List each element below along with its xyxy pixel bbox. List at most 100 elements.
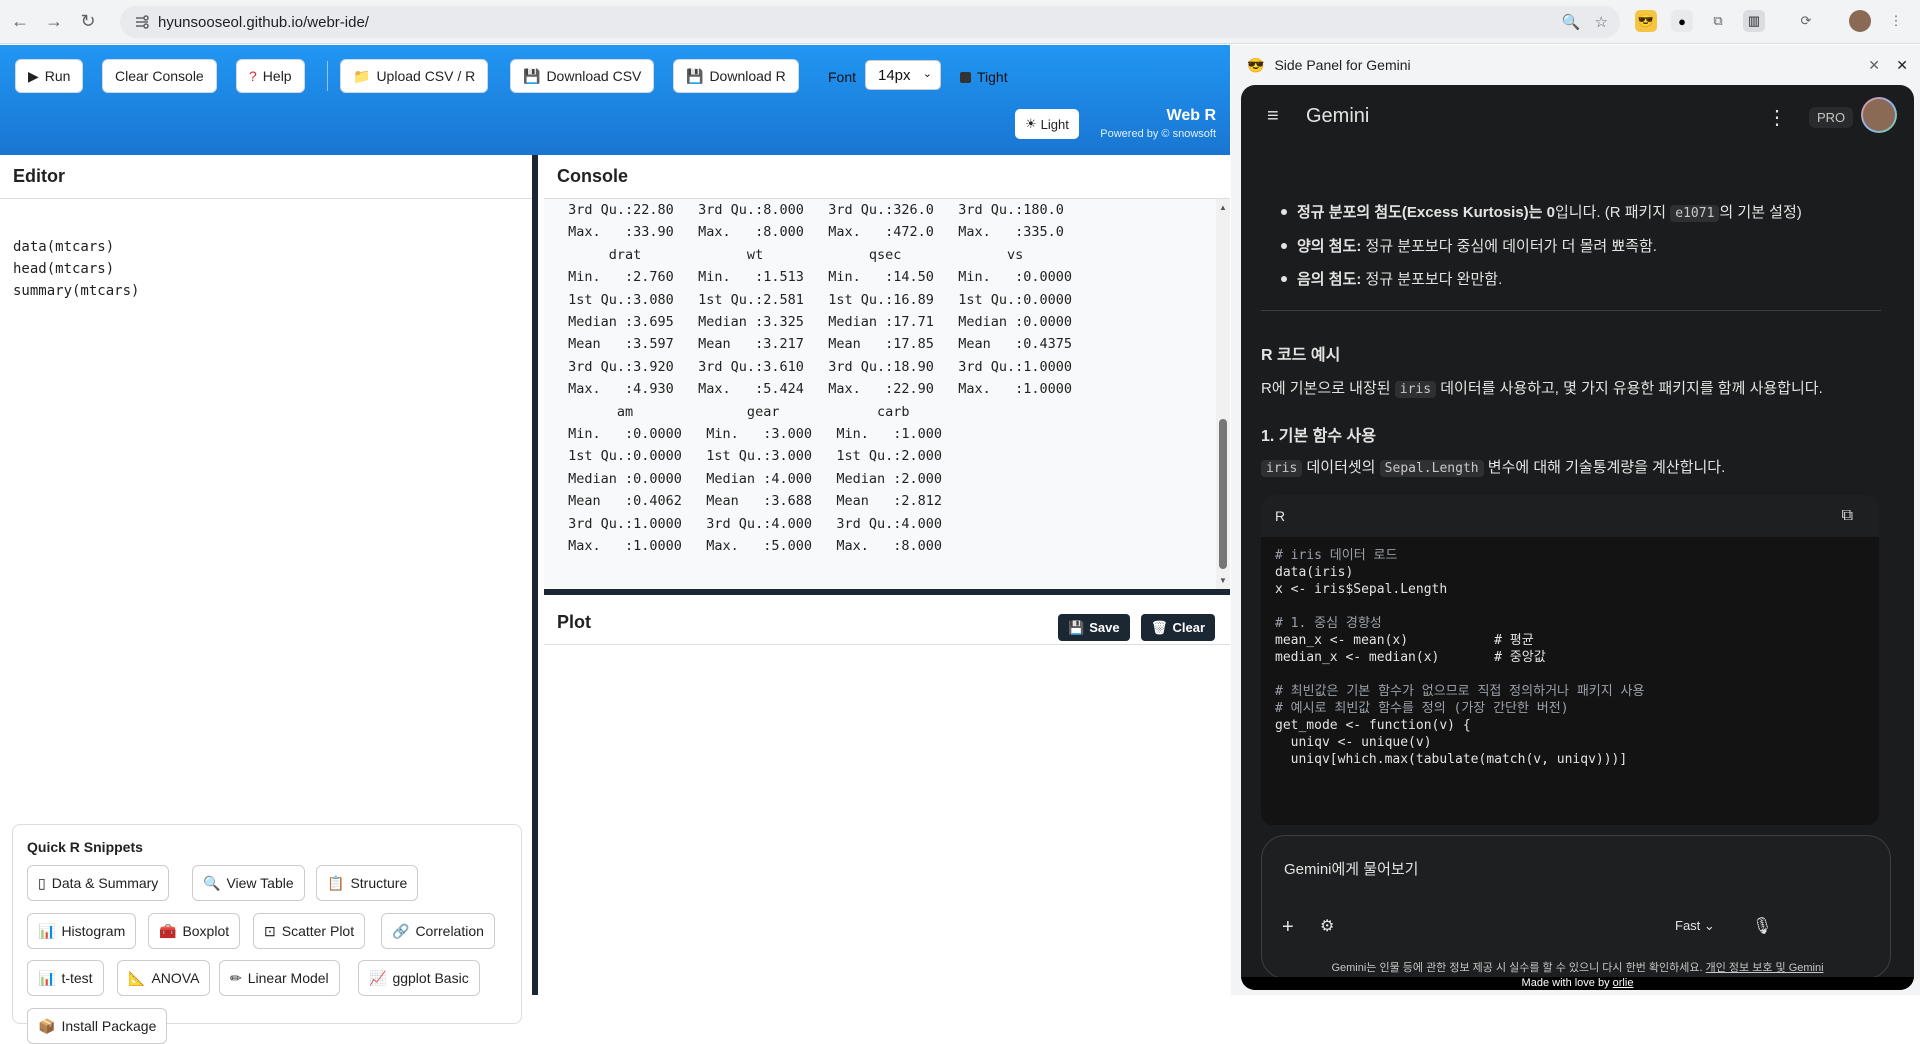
- console-output[interactable]: 3rd Qu.:22.80 3rd Qu.:8.000 3rd Qu.:326.…: [544, 199, 1216, 589]
- console-line: 3rd Qu.:22.80 3rd Qu.:8.000 3rd Qu.:326.…: [560, 202, 1081, 218]
- clear-console-button[interactable]: Clear Console: [102, 59, 217, 93]
- console-line: Mean :3.597 Mean :3.217 Mean :17.85 Mean…: [560, 336, 1089, 353]
- code-line: mean_x <- mean(x) # 평균: [1275, 633, 1534, 648]
- font-size-value: 14px: [878, 66, 911, 84]
- menu-dots-icon[interactable]: ⋮: [1885, 10, 1907, 32]
- snippet-label: ggplot Basic: [392, 970, 469, 986]
- light-theme-button[interactable]: ☀ Light: [1015, 109, 1079, 139]
- console-line: 1st Qu.:0.0000 1st Qu.:3.000 1st Qu.:2.0…: [560, 448, 959, 465]
- close-icon[interactable]: ✕: [1896, 57, 1908, 74]
- snippet-structure[interactable]: 📋 Structure: [316, 865, 419, 901]
- snippet-histogram[interactable]: 📊 Histogram: [27, 913, 137, 949]
- snippet-anova[interactable]: 📐 ANOVA: [117, 960, 211, 996]
- microphone-icon[interactable]: 🎙: [1752, 916, 1772, 936]
- snippet-boxplot[interactable]: 🧰 Boxplot: [148, 913, 241, 949]
- trash-icon: 🗑: [1151, 619, 1168, 635]
- site-info-icon[interactable]: [134, 14, 150, 30]
- font-size-select[interactable]: 14px ⌄: [865, 60, 941, 90]
- snippet-label: Install Package: [61, 1018, 157, 1034]
- code-line: # 1. 중심 경향성: [1275, 616, 1382, 631]
- ruler-icon: 📐: [128, 969, 146, 986]
- tools-icon[interactable]: ⚙: [1320, 916, 1334, 936]
- forward-icon[interactable]: →: [40, 8, 68, 36]
- browser-toolbar: ← → ↻ hyunsooseol.github.io/webr-ide/ 🔍 …: [0, 0, 1920, 44]
- save-plot-button[interactable]: 💾 Save: [1058, 614, 1130, 641]
- zoom-icon[interactable]: 🔍: [1562, 13, 1581, 31]
- sun-icon: ☀: [1025, 116, 1037, 131]
- avatar[interactable]: [1861, 97, 1897, 133]
- prompt-input[interactable]: Gemini에게 물어보기: [1284, 858, 1418, 879]
- code-editor[interactable]: data(mtcars) head(mtcars) summary(mtcars…: [0, 199, 532, 339]
- back-icon[interactable]: ←: [6, 8, 34, 36]
- copy-icon[interactable]: ⧉: [1842, 507, 1853, 525]
- console-scrollbar[interactable]: ▲ ▼: [1216, 199, 1230, 589]
- bookmark-star-icon[interactable]: ☆: [1595, 13, 1608, 31]
- made-with-bar: Made with love by orlie: [1241, 977, 1914, 990]
- snippet-ggplot-basic[interactable]: 📈 ggplot Basic: [358, 960, 480, 996]
- prompt-box: Gemini에게 물어보기 + ⚙ Fast ⌄ 🎙: [1261, 835, 1891, 979]
- upload-button[interactable]: 📁 Upload CSV / R: [340, 59, 489, 93]
- font-label: Font: [828, 69, 857, 85]
- disclaimer-text: Gemini는 인물 등에 관한 정보 제공 시 실수를 할 수 있으니 다시 …: [1331, 962, 1703, 974]
- floppy-icon: 💾: [686, 67, 704, 84]
- download-csv-button[interactable]: 💾 Download CSV: [510, 59, 655, 93]
- chrome-extension-icon[interactable]: ●: [1671, 10, 1693, 32]
- snippet-install-package[interactable]: 📦 Install Package: [27, 1008, 168, 1044]
- snippet-correlation[interactable]: 🔗 Correlation: [381, 913, 495, 949]
- privacy-link[interactable]: 개인 정보 보호 및 Gemini: [1706, 962, 1824, 974]
- snippet-view-table[interactable]: 🔍 View Table: [192, 865, 305, 901]
- download-csv-label: Download CSV: [546, 68, 642, 84]
- code-line: uniqv[which.max(tabulate(match(v, uniqv)…: [1275, 752, 1628, 767]
- snippet-linear-model[interactable]: ✏ Linear Model: [219, 960, 340, 996]
- snippet-scatter-plot[interactable]: ⊡ Scatter Plot: [253, 913, 366, 949]
- plus-icon[interactable]: +: [1282, 916, 1294, 939]
- inline-code: e1071: [1670, 205, 1720, 222]
- download-r-label: Download R: [709, 68, 786, 84]
- chevron-down-icon: ⌄: [922, 68, 932, 80]
- scatter-icon: ⊡: [264, 922, 276, 939]
- console-line: 3rd Qu.:1.0000 3rd Qu.:4.000 3rd Qu.:4.0…: [560, 515, 959, 532]
- extension-icon[interactable]: 😎: [1635, 10, 1657, 32]
- code-line: # 예시로 최빈값 함수를 정의 (가장 간단한 버전): [1275, 701, 1569, 716]
- bullet-text: 정규 분포보다 중심에 데이터가 더 몰려 뾰족함.: [1361, 238, 1657, 255]
- toolbar-divider: [327, 61, 328, 91]
- snippet-label: Linear Model: [247, 970, 329, 986]
- address-bar[interactable]: hyunsooseol.github.io/webr-ide/ 🔍 ☆: [120, 6, 1620, 38]
- snippet-data-summary[interactable]: ▯ Data & Summary: [27, 865, 170, 901]
- bar-chart-icon: 📊: [38, 922, 56, 939]
- run-button[interactable]: ▶ Run: [15, 59, 84, 93]
- profile-avatar[interactable]: [1849, 10, 1871, 32]
- help-button[interactable]: ? Help: [236, 59, 305, 93]
- code-line: head(mtcars): [13, 261, 115, 277]
- code-line: get_mode <- function(v) {: [1275, 718, 1471, 733]
- side-panel-title: Side Panel for Gemini: [1274, 57, 1411, 73]
- reload-icon[interactable]: ↻: [74, 8, 102, 36]
- paragraph: iris 데이터셋의 Sepal.Length 변수에 대해 기술통계량을 계산…: [1261, 456, 1725, 477]
- scrollbar-thumb[interactable]: [1219, 419, 1227, 569]
- plot-panel: Plot 💾 Save 🗑 Clear: [544, 601, 1230, 995]
- clear-plot-button[interactable]: 🗑 Clear: [1141, 614, 1216, 641]
- bullet-bold: 양의 첨도:: [1297, 238, 1362, 255]
- magnifier-icon: 🔍: [203, 874, 221, 891]
- tight-toggle[interactable]: Tight: [960, 69, 1008, 85]
- code-line: summary(mtcars): [13, 283, 140, 299]
- author-link[interactable]: orlie: [1613, 977, 1634, 989]
- clipboard-icon: 📋: [327, 874, 345, 891]
- paragraph: R에 기본으로 내장된 iris 데이터를 사용하고, 몇 가지 유용한 패키지…: [1261, 377, 1823, 398]
- account-sync-icon[interactable]: ⟳: [1795, 10, 1817, 32]
- mode-selector[interactable]: Fast ⌄: [1675, 918, 1715, 934]
- scroll-down-icon[interactable]: ▼: [1219, 576, 1227, 585]
- snippet-t-test[interactable]: 📊 t-test: [27, 960, 104, 996]
- download-r-button[interactable]: 💾 Download R: [673, 59, 799, 93]
- play-icon: ▶: [28, 67, 39, 84]
- puzzle-icon[interactable]: ⧉: [1707, 10, 1729, 32]
- more-options-icon[interactable]: ⋮: [1767, 105, 1787, 130]
- brand-subtitle: Powered by © snowsoft: [1100, 128, 1216, 140]
- snippet-label: Structure: [350, 875, 408, 891]
- side-panel-icon[interactable]: ▥: [1743, 10, 1765, 32]
- unpin-icon[interactable]: ✕: [1868, 57, 1880, 74]
- light-label: Light: [1040, 116, 1069, 132]
- hamburger-menu-icon[interactable]: ≡: [1267, 105, 1279, 128]
- scroll-up-icon[interactable]: ▲: [1219, 203, 1227, 212]
